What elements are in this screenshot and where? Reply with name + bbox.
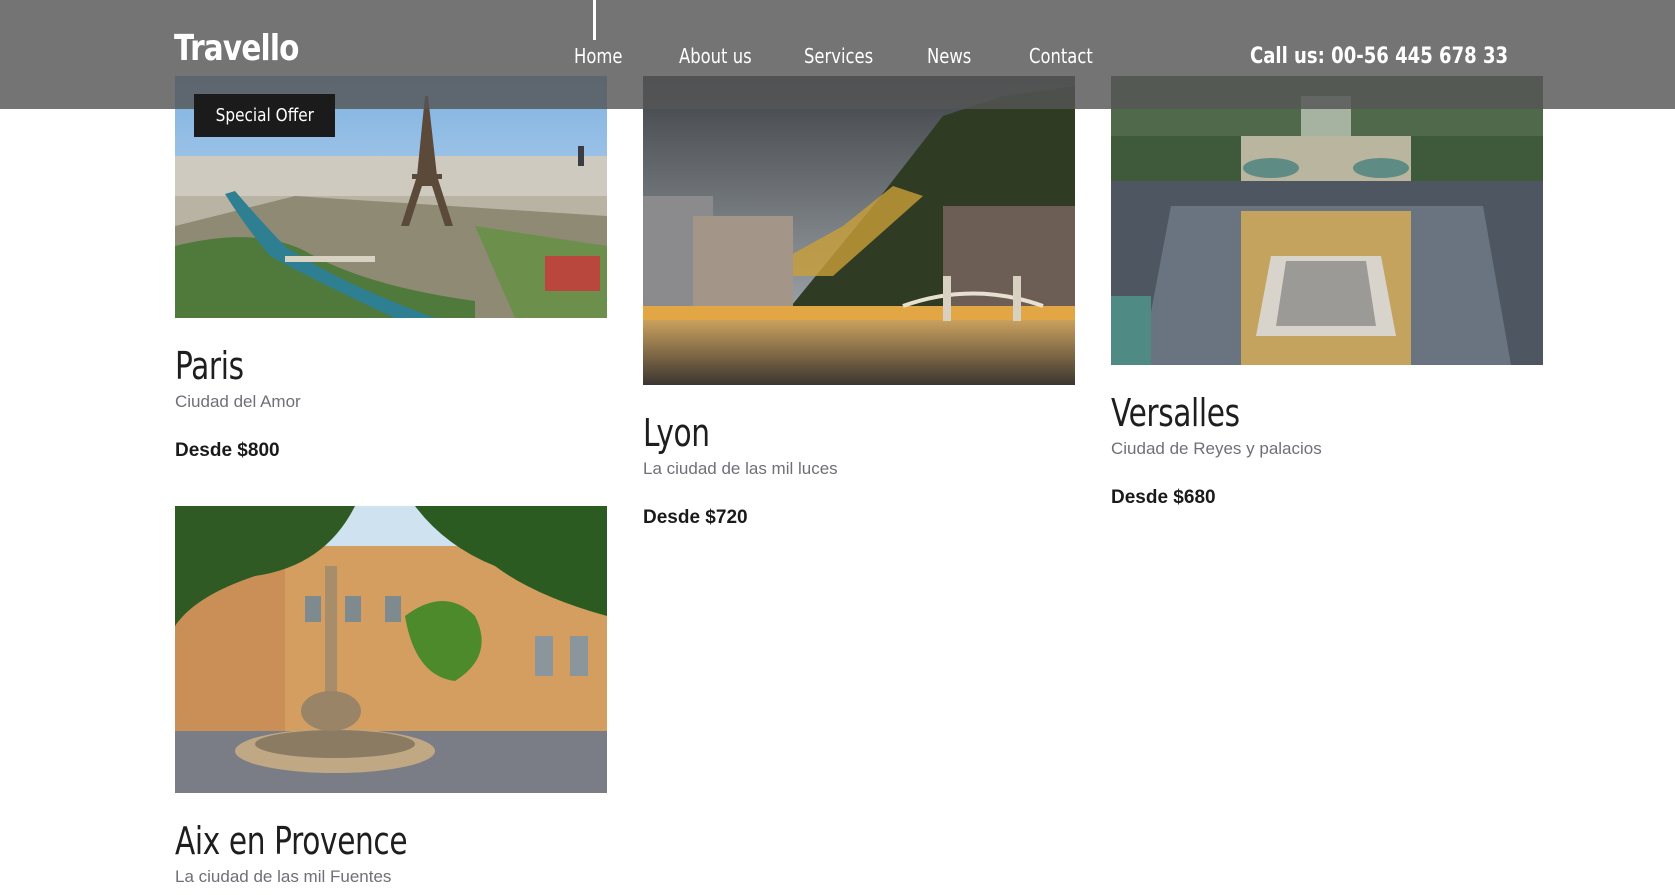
versailles-photo[interactable] — [1111, 76, 1543, 365]
destination-card-aix-en-provence[interactable]: Aix en Provence La ciudad de las mil Fue… — [175, 506, 607, 887]
special-offer-badge: Special Offer — [194, 94, 335, 137]
nav-contact[interactable]: Contact — [1029, 44, 1093, 68]
destination-subtitle: Ciudad del Amor — [175, 392, 301, 411]
destination-price: Desde $680 — [1111, 487, 1216, 508]
destination-subtitle: Ciudad de Reyes y palacios — [1111, 439, 1322, 458]
nav-about-us[interactable]: About us — [679, 44, 752, 68]
destination-subtitle: La ciudad de las mil luces — [643, 459, 838, 478]
destination-card-lyon[interactable]: Lyon La ciudad de las mil luces Desde $7… — [643, 76, 1075, 529]
destination-title[interactable]: Paris — [175, 344, 512, 388]
destination-card-versalles[interactable]: Versalles Ciudad de Reyes y palacios Des… — [1111, 76, 1543, 509]
nav-news[interactable]: News — [927, 44, 971, 68]
site-logo[interactable]: Travello — [174, 28, 299, 69]
lyon-photo[interactable] — [643, 76, 1075, 385]
destination-price: Desde $800 — [175, 440, 280, 461]
site-header: Travello Home About us Services News Con… — [0, 0, 1675, 109]
phone-number[interactable]: Call us: 00-56 445 678 33 — [1250, 44, 1508, 69]
destination-price: Desde $720 — [643, 507, 748, 528]
nav-active-indicator — [593, 0, 596, 40]
nav-services[interactable]: Services — [804, 44, 873, 68]
destination-title[interactable]: Versalles — [1111, 391, 1448, 435]
destination-title[interactable]: Lyon — [643, 411, 980, 455]
aix-photo[interactable] — [175, 506, 607, 793]
destination-title[interactable]: Aix en Provence — [175, 819, 512, 863]
nav-home[interactable]: Home — [574, 44, 622, 68]
page: Travello Home About us Services News Con… — [0, 0, 1675, 895]
destination-subtitle: La ciudad de las mil Fuentes — [175, 867, 392, 886]
